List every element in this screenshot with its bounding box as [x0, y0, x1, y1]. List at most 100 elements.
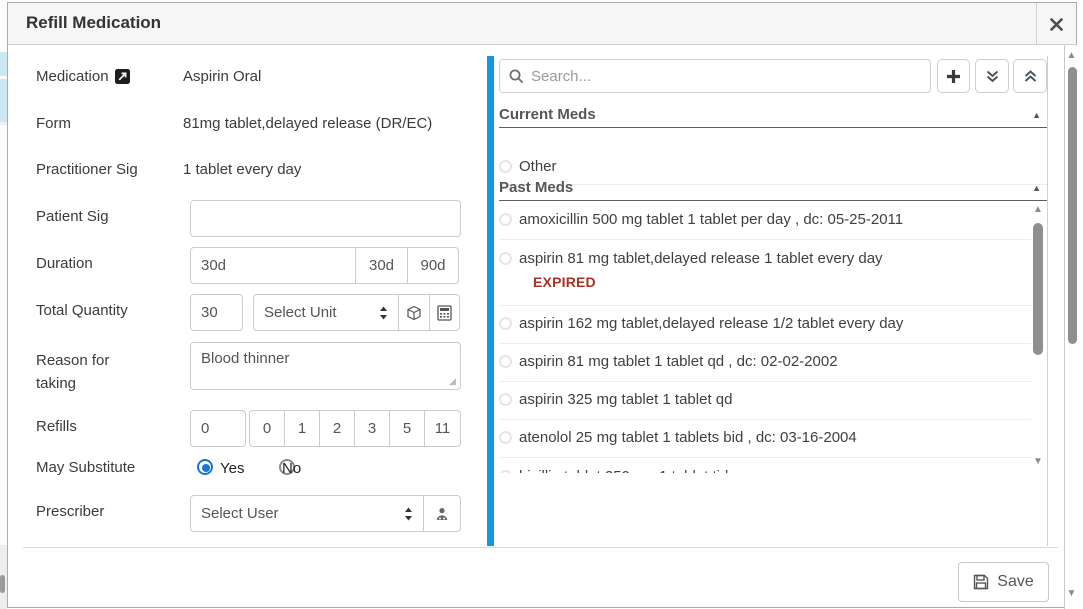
- past-meds-title: Past Meds: [499, 179, 573, 196]
- med-item-label: aspirin 325 mg tablet 1 tablet qd: [519, 391, 732, 408]
- dialog-title: Refill Medication: [26, 13, 161, 33]
- med-item-label: aspirin 81 mg tablet,delayed release 1 t…: [519, 250, 883, 267]
- scroll-down-icon[interactable]: ▼: [1031, 455, 1045, 469]
- collapse-arrow-icon[interactable]: ▲: [1032, 183, 1047, 193]
- form-label: Form: [36, 115, 71, 132]
- refills-quick-1-button[interactable]: 1: [284, 410, 320, 447]
- dialog-header: Refill Medication: [8, 3, 1076, 45]
- medication-label: Medication: [36, 68, 109, 85]
- collapse-arrow-icon[interactable]: ▲: [1032, 110, 1047, 120]
- footer-divider: [23, 547, 1058, 548]
- duration-quick-90d-button[interactable]: 90d: [407, 247, 459, 284]
- background-page-left-edge: [0, 0, 7, 609]
- past-med-item[interactable]: aspirin 81 mg tablet,delayed release 1 t…: [499, 240, 1031, 306]
- panel-accent-bar: [487, 56, 494, 546]
- past-meds-header[interactable]: Past Meds ▲: [499, 175, 1047, 201]
- scroll-up-icon[interactable]: ▲: [1031, 203, 1045, 217]
- medication-label-row: Medication: [36, 68, 130, 85]
- scroll-up-icon[interactable]: ▲: [1065, 49, 1078, 63]
- med-radio-icon[interactable]: [499, 317, 512, 330]
- save-button[interactable]: Save: [958, 562, 1049, 602]
- duration-quick-30d-button[interactable]: 30d: [355, 247, 408, 284]
- practitioner-sig-value: 1 tablet every day: [183, 161, 301, 178]
- close-button[interactable]: [1036, 3, 1076, 45]
- reason-label: Reason for taking: [36, 349, 136, 395]
- may-substitute-no-label: No: [282, 460, 301, 477]
- background-scrollbar-thumb: [0, 575, 5, 593]
- past-med-item[interactable]: atenolol 25 mg tablet 1 tablets bid , dc…: [499, 420, 1031, 458]
- med-item-label: Other: [519, 158, 557, 175]
- expired-status-badge: EXPIRED: [533, 274, 596, 290]
- may-substitute-label: May Substitute: [36, 459, 135, 476]
- select-caret-icon: [404, 507, 413, 521]
- med-radio-icon[interactable]: [499, 431, 512, 444]
- prescriber-select-value: Select User: [201, 505, 279, 522]
- prescriber-select[interactable]: Select User: [190, 495, 424, 532]
- med-radio-icon[interactable]: [499, 470, 512, 473]
- save-icon: [973, 574, 989, 590]
- past-meds-list: amoxicillin 500 mg tablet 1 tablet per d…: [499, 201, 1047, 473]
- scrollbar-thumb[interactable]: [1033, 223, 1043, 355]
- total-quantity-input[interactable]: [190, 294, 243, 331]
- med-item-label: aspirin 162 mg tablet,delayed release 1/…: [519, 315, 903, 332]
- close-icon: [1050, 18, 1063, 31]
- med-item-label: aspirin 81 mg tablet 1 tablet qd , dc: 0…: [519, 353, 838, 370]
- refills-quick-group: 0 1 2 3 5 11: [249, 410, 461, 447]
- reason-textarea[interactable]: Blood thinner: [190, 342, 461, 390]
- med-radio-icon[interactable]: [499, 355, 512, 368]
- med-radio-icon[interactable]: [499, 213, 512, 226]
- past-meds-scrollbar[interactable]: ▲ ▼: [1031, 203, 1045, 469]
- refills-quick-11-button[interactable]: 11: [424, 410, 461, 447]
- may-substitute-yes-radio[interactable]: [197, 459, 213, 475]
- panel-right-edge: [1047, 56, 1048, 546]
- duration-group: 30d 90d: [190, 247, 459, 284]
- refills-quick-0-button[interactable]: 0: [249, 410, 285, 447]
- medication-value: Aspirin Oral: [183, 68, 261, 85]
- may-substitute-yes-label: Yes: [220, 460, 244, 477]
- refill-medication-dialog: Refill Medication Medication Aspirin Ora…: [7, 2, 1077, 608]
- patient-sig-label: Patient Sig: [36, 208, 109, 225]
- collapse-all-button[interactable]: [1013, 59, 1047, 93]
- patient-sig-input[interactable]: [190, 200, 461, 237]
- prescriber-user-button[interactable]: [423, 495, 461, 532]
- duration-label: Duration: [36, 255, 93, 272]
- calculator-button[interactable]: [429, 294, 460, 331]
- med-radio-icon[interactable]: [499, 393, 512, 406]
- refills-quick-5-button[interactable]: 5: [389, 410, 425, 447]
- refills-input[interactable]: [190, 410, 246, 447]
- external-link-icon[interactable]: [115, 69, 130, 84]
- meds-search-input[interactable]: [531, 68, 921, 85]
- refills-quick-2-button[interactable]: 2: [319, 410, 355, 447]
- doctor-user-icon: [435, 507, 449, 521]
- textarea-resize-icon[interactable]: ◢: [449, 376, 456, 387]
- med-item-label: atenolol 25 mg tablet 1 tablets bid , dc…: [519, 429, 857, 446]
- cube-icon: [406, 305, 422, 321]
- scrollbar-thumb[interactable]: [1068, 67, 1077, 344]
- past-med-item[interactable]: aspirin 81 mg tablet 1 tablet qd , dc: 0…: [499, 344, 1031, 382]
- med-radio-icon[interactable]: [499, 252, 512, 265]
- unit-select-value: Select Unit: [264, 304, 337, 321]
- past-med-item[interactable]: aspirin 325 mg tablet 1 tablet qd: [499, 382, 1031, 420]
- refills-quick-3-button[interactable]: 3: [354, 410, 390, 447]
- dialog-scrollbar[interactable]: ▲ ▼: [1064, 45, 1078, 609]
- past-med-item-clipped[interactable]: bicillin tablet 250 mg 1 tablet tid: [499, 458, 1031, 473]
- plus-icon: [945, 68, 962, 85]
- save-button-label: Save: [997, 573, 1033, 591]
- practitioner-sig-label: Practitioner Sig: [36, 161, 138, 178]
- unit-select[interactable]: Select Unit: [253, 294, 399, 331]
- current-meds-title: Current Meds: [499, 106, 596, 123]
- scroll-down-icon[interactable]: ▼: [1065, 587, 1078, 601]
- double-chevron-up-icon: [1023, 69, 1038, 84]
- meds-search-box: [499, 59, 931, 93]
- unit-cube-button[interactable]: [398, 294, 430, 331]
- current-meds-header[interactable]: Current Meds ▲: [499, 102, 1047, 128]
- total-quantity-label: Total Quantity: [36, 302, 128, 319]
- double-chevron-down-icon: [985, 69, 1000, 84]
- past-med-item[interactable]: amoxicillin 500 mg tablet 1 tablet per d…: [499, 201, 1031, 240]
- expand-all-button[interactable]: [975, 59, 1009, 93]
- prescriber-label: Prescriber: [36, 503, 104, 520]
- add-medication-button[interactable]: [937, 59, 970, 93]
- past-med-item[interactable]: aspirin 162 mg tablet,delayed release 1/…: [499, 306, 1031, 344]
- med-radio-icon[interactable]: [499, 160, 512, 173]
- duration-input[interactable]: [190, 247, 356, 284]
